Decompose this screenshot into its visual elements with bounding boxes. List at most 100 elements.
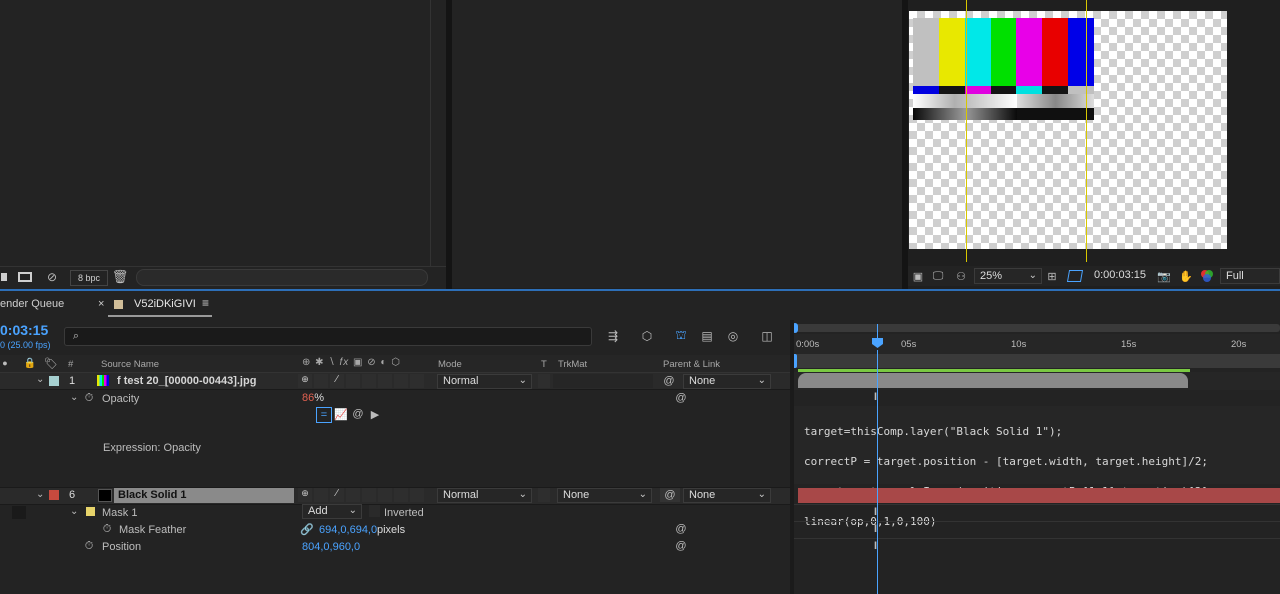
layer-6-t-checkbox[interactable] xyxy=(538,488,550,502)
comp-flowchart-icon[interactable]: ⇶ xyxy=(604,327,622,345)
pickwhip-icon[interactable]: @ xyxy=(674,539,688,553)
column-header-mode: Mode xyxy=(438,359,462,370)
work-area-line xyxy=(798,369,1190,372)
time-navigator[interactable] xyxy=(794,324,1280,332)
pickwhip-icon[interactable]: @ xyxy=(674,391,688,405)
work-area-bar[interactable] xyxy=(794,354,1280,368)
ruler-label-10s: 10s xyxy=(1011,339,1027,350)
column-header-source-name[interactable]: Source Name xyxy=(101,359,159,370)
expression-line-2[interactable]: correctP = target.position - [target.wid… xyxy=(804,454,1274,469)
mask-label[interactable]: Mask 1 xyxy=(102,507,137,519)
fit-icon[interactable]: ⊞ xyxy=(1044,268,1060,284)
color-bar-6 xyxy=(1042,18,1069,86)
color-channel-icon[interactable] xyxy=(1198,268,1216,284)
layer-1-mode-dropdown[interactable]: Normal ⌄ xyxy=(437,374,532,389)
layer-6-label-swatch[interactable] xyxy=(49,490,59,500)
expression-pickwhip-icon[interactable]: @ xyxy=(351,407,365,421)
mask-inverted-label: Inverted xyxy=(384,507,424,519)
layer-1-parent-dropdown[interactable]: None ⌄ xyxy=(683,374,771,389)
track-divider xyxy=(794,521,1280,522)
pickwhip-icon[interactable]: @ xyxy=(660,488,680,502)
bpc-button[interactable]: 8 bpc xyxy=(70,270,108,286)
search-icon: ⌕ xyxy=(72,329,80,342)
stopwatch-icon[interactable]: ⏱ xyxy=(82,539,96,553)
time-ruler[interactable] xyxy=(794,334,1280,354)
motion-blur-icon[interactable]: ◎ xyxy=(724,327,742,345)
pickwhip-icon[interactable]: @ xyxy=(674,522,688,536)
trash-icon[interactable]: 🗑 xyxy=(112,269,129,285)
ruler-label-05s: 05s xyxy=(901,339,917,350)
stopwatch-icon[interactable]: ⏱ xyxy=(82,391,96,405)
mask-row-left-cell xyxy=(12,506,26,519)
monitor-icon[interactable]: 🖵 xyxy=(930,268,946,284)
expression-line-1[interactable]: target=thisComp.layer("Black Solid 1"); xyxy=(804,424,1274,439)
project-scrollbar[interactable] xyxy=(136,269,428,286)
mask-inverted-checkbox[interactable] xyxy=(369,505,380,517)
tab-composition[interactable]: V52iDKiGIVI xyxy=(134,298,196,310)
always-preview-icon[interactable]: ▣ xyxy=(910,268,926,284)
expand-layer-6-icon[interactable]: ⌄ xyxy=(36,489,44,500)
zoom-dropdown[interactable]: 25% ⌄ xyxy=(974,268,1042,284)
position-value[interactable]: 804,0,960,0 xyxy=(302,541,360,553)
show-snapshot-icon[interactable]: ✋ xyxy=(1178,268,1194,284)
layer-1-name[interactable]: f test 20_[00000-00443].jpg xyxy=(117,375,256,387)
shy-layers-icon[interactable]: ⛫ xyxy=(672,327,690,345)
opacity-number[interactable]: 86 xyxy=(302,392,314,404)
layer-1-trkmat[interactable] xyxy=(553,374,653,388)
folder-icon[interactable] xyxy=(0,271,8,283)
guide-line-right[interactable] xyxy=(1086,0,1087,262)
chevron-down-icon: ⌄ xyxy=(348,505,357,516)
layer-1-switches[interactable]: ⊕ ∕ xyxy=(298,374,434,388)
pickwhip-icon[interactable]: @ xyxy=(662,374,676,388)
layer-6-duration-bar[interactable] xyxy=(798,488,1280,503)
chevron-down-icon: ⌄ xyxy=(638,489,647,500)
layer-1-label-swatch[interactable] xyxy=(49,376,59,386)
stopwatch-icon[interactable]: ⏱ xyxy=(100,522,114,536)
chevron-down-icon: ⌄ xyxy=(518,375,527,386)
expand-layer-1-icon[interactable]: ⌄ xyxy=(36,374,44,385)
layer-1-thumbnail-icon xyxy=(97,375,109,386)
active-tab-underline xyxy=(108,315,212,317)
graph-editor-icon[interactable]: ◫ xyxy=(758,327,776,345)
draft-3d-icon[interactable]: ⬡ xyxy=(638,327,656,345)
layer-search-input[interactable]: ⌕ xyxy=(64,327,592,346)
effects-panel xyxy=(452,0,902,288)
mask-mode-dropdown[interactable]: Add ⌄ xyxy=(302,504,362,519)
guide-line-left[interactable] xyxy=(966,0,967,262)
mask-feather-unit: pixels xyxy=(377,524,406,536)
layer-6-parent-dropdown[interactable]: None ⌄ xyxy=(683,488,771,503)
layer-1-duration-bar[interactable] xyxy=(798,373,1188,388)
layer-6-switches[interactable]: ⊕ ∕ xyxy=(298,488,434,502)
ruler-label-20s: 20s xyxy=(1231,339,1247,350)
opacity-value[interactable]: 86% xyxy=(302,392,324,404)
frame-blending-icon[interactable]: ▤ xyxy=(698,327,716,345)
layer-6-solid-icon xyxy=(98,489,112,502)
layer-6-trkmat-dropdown[interactable]: None ⌄ xyxy=(557,488,652,503)
enable-expression-icon[interactable]: = xyxy=(316,407,332,423)
expand-opacity-icon[interactable]: ⌄ xyxy=(70,392,78,403)
flowchart-icon[interactable]: ⊘ xyxy=(42,270,62,284)
tab-render-queue[interactable]: ender Queue xyxy=(0,298,64,310)
layer-6-name[interactable]: Black Solid 1 xyxy=(118,489,186,501)
expression-graph-icon[interactable]: 📈 xyxy=(334,407,348,421)
viewer-timecode[interactable]: 0:00:03:15 xyxy=(1089,268,1155,284)
resolution-dropdown[interactable]: Full xyxy=(1220,268,1280,284)
expression-language-menu-icon[interactable]: ▶ xyxy=(368,407,382,421)
region-of-interest-icon[interactable] xyxy=(1066,268,1084,284)
camera-icon[interactable]: 📷 xyxy=(1156,268,1172,284)
tab-close-icon[interactable]: × xyxy=(98,298,104,310)
layer-6-mode-dropdown[interactable]: Normal ⌄ xyxy=(437,488,532,503)
expand-mask-icon[interactable]: ⌄ xyxy=(70,506,78,517)
current-time-display[interactable]: 0:03:15 xyxy=(0,322,48,338)
mask-label-swatch[interactable] xyxy=(86,507,95,516)
mask-visibility-icon[interactable]: ⚇ xyxy=(952,268,970,284)
layer-6-number: 6 xyxy=(69,489,76,501)
color-bar-4 xyxy=(990,18,1017,86)
mask-feather-value[interactable]: 694,0,694,0 xyxy=(319,524,377,536)
composition-icon[interactable] xyxy=(16,270,34,284)
layer-1-t-checkbox[interactable] xyxy=(538,374,550,388)
tab-menu-icon[interactable]: ≡ xyxy=(202,296,209,310)
color-bar-5 xyxy=(1016,18,1043,86)
mask-feather-label: Mask Feather xyxy=(119,524,187,536)
constrain-proportions-icon[interactable]: 🔗 xyxy=(300,522,314,536)
